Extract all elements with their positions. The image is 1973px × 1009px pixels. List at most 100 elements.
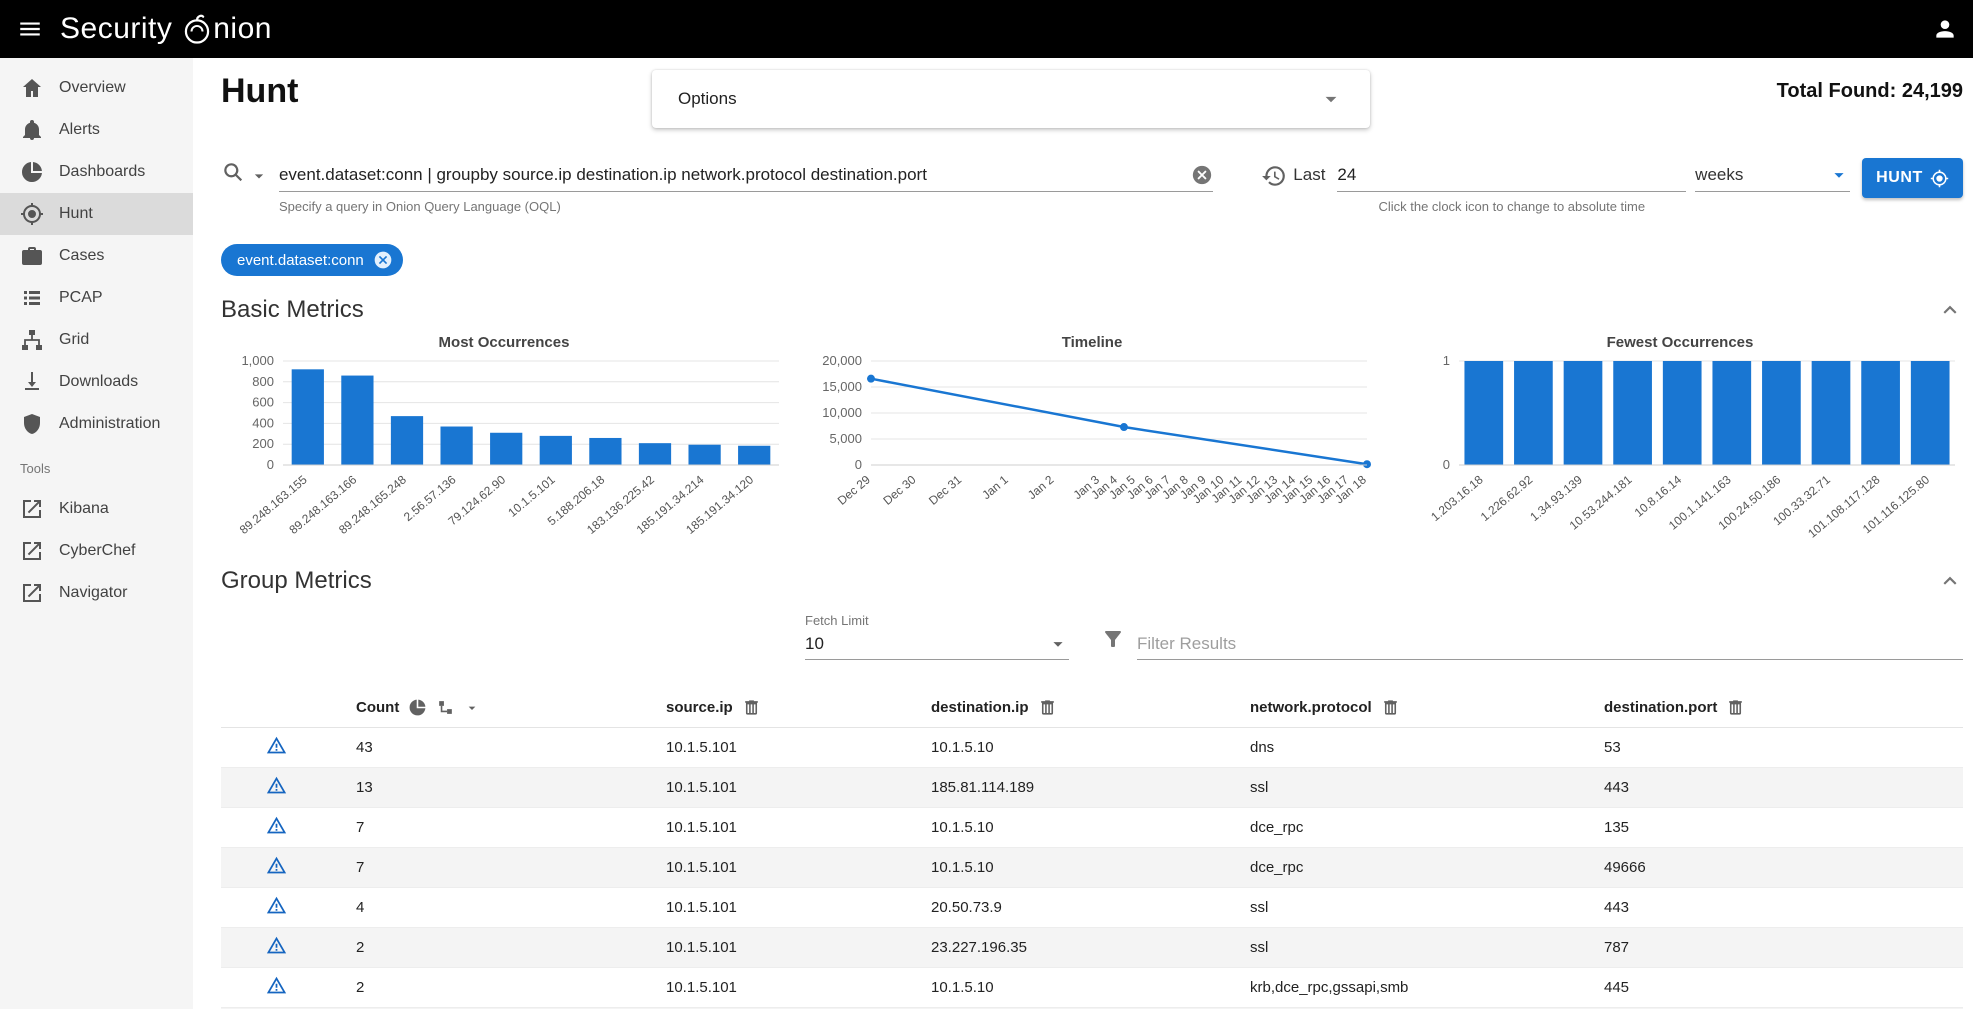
collapse-basic-metrics-button[interactable] (1937, 297, 1963, 323)
cell-source-ip[interactable]: 10.1.5.101 (641, 728, 906, 768)
cell-destination-ip[interactable]: 10.1.5.10 (906, 728, 1225, 768)
warning-icon[interactable] (266, 975, 287, 996)
collapse-group-metrics-button[interactable] (1937, 568, 1963, 594)
user-menu-button[interactable] (1917, 0, 1973, 58)
sidebar-item-administration[interactable]: Administration (0, 403, 193, 445)
warning-icon[interactable] (266, 935, 287, 956)
svg-text:0: 0 (1443, 457, 1450, 472)
cell-destination-port[interactable]: 445 (1579, 968, 1963, 1008)
cell-network-protocol[interactable]: ssl (1225, 768, 1579, 808)
cell-count[interactable]: 13 (331, 768, 641, 808)
pie-chart-toggle-button[interactable] (408, 698, 427, 717)
time-value-input[interactable] (1337, 165, 1686, 185)
cell-count[interactable]: 7 (331, 808, 641, 848)
cell-source-ip[interactable]: 10.1.5.101 (641, 928, 906, 968)
sidebar-item-pcap[interactable]: PCAP (0, 277, 193, 319)
svg-text:Jan 2: Jan 2 (1025, 472, 1057, 502)
cell-destination-port[interactable]: 53 (1579, 728, 1963, 768)
cell-destination-ip[interactable]: 185.81.114.189 (906, 768, 1225, 808)
clear-query-button[interactable] (1191, 164, 1213, 186)
column-label: destination.port (1604, 699, 1717, 716)
options-panel[interactable]: Options (652, 70, 1370, 128)
cell-destination-port[interactable]: 443 (1579, 768, 1963, 808)
cell-destination-ip[interactable]: 23.227.196.35 (906, 928, 1225, 968)
cell-destination-ip[interactable]: 10.1.5.10 (906, 968, 1225, 1008)
hunt-button[interactable]: HUNT (1862, 158, 1963, 198)
history-clock-icon (1261, 163, 1287, 189)
table-row[interactable]: 7 10.1.5.101 10.1.5.10 dce_rpc 49666 (221, 848, 1963, 888)
cell-source-ip[interactable]: 10.1.5.101 (641, 848, 906, 888)
relative-time-button[interactable] (1261, 163, 1287, 189)
remove-column-button[interactable] (1038, 698, 1057, 717)
cell-destination-port[interactable]: 443 (1579, 888, 1963, 928)
query-history-chevron-icon[interactable] (249, 160, 269, 191)
table-row[interactable]: 43 10.1.5.101 10.1.5.10 dns 53 (221, 728, 1963, 768)
sidebar-item-alerts[interactable]: Alerts (0, 109, 193, 151)
sidebar-item-cases[interactable]: Cases (0, 235, 193, 277)
groupby-options-button[interactable] (436, 698, 455, 717)
cell-source-ip[interactable]: 10.1.5.101 (641, 968, 906, 1008)
cell-network-protocol[interactable]: dce_rpc (1225, 808, 1579, 848)
sidebar-item-cyberchef[interactable]: CyberChef (0, 530, 193, 572)
sidebar-item-navigator[interactable]: Navigator (0, 572, 193, 614)
sidebar-nav: Overview Alerts Dashboards Hunt Cases PC… (0, 58, 193, 1009)
column-label: Count (356, 699, 399, 716)
cell-network-protocol[interactable]: dce_rpc (1225, 848, 1579, 888)
cell-source-ip[interactable]: 10.1.5.101 (641, 768, 906, 808)
sidebar-item-dashboards[interactable]: Dashboards (0, 151, 193, 193)
warning-icon[interactable] (266, 895, 287, 916)
sidebar-item-label: Hunt (59, 205, 93, 223)
groupby-caret-button[interactable] (464, 700, 480, 716)
table-row[interactable]: 7 10.1.5.101 10.1.5.10 dce_rpc 135 (221, 808, 1963, 848)
cell-destination-port[interactable]: 49666 (1579, 848, 1963, 888)
cell-destination-port[interactable]: 787 (1579, 928, 1963, 968)
warning-icon[interactable] (266, 735, 287, 756)
total-found-label: Total Found: (1777, 80, 1897, 102)
table-row[interactable]: 13 10.1.5.101 185.81.114.189 ssl 443 (221, 768, 1963, 808)
cell-count[interactable]: 43 (331, 728, 641, 768)
query-input[interactable] (279, 165, 1191, 185)
sidebar-item-overview[interactable]: Overview (0, 67, 193, 109)
cell-network-protocol[interactable]: krb,dce_rpc,gssapi,smb (1225, 968, 1579, 1008)
svg-text:Dec 29: Dec 29 (835, 472, 873, 507)
table-row[interactable]: 2 10.1.5.101 23.227.196.35 ssl 787 (221, 928, 1963, 968)
remove-column-button[interactable] (1381, 698, 1400, 717)
table-row[interactable]: 4 10.1.5.101 20.50.73.9 ssl 443 (221, 888, 1963, 928)
sidebar-item-downloads[interactable]: Downloads (0, 361, 193, 403)
header-source-ip: source.ip (641, 688, 906, 728)
cell-network-protocol[interactable]: dns (1225, 728, 1579, 768)
warning-icon[interactable] (266, 855, 287, 876)
cell-network-protocol[interactable]: ssl (1225, 928, 1579, 968)
cell-source-ip[interactable]: 10.1.5.101 (641, 888, 906, 928)
cell-source-ip[interactable]: 10.1.5.101 (641, 808, 906, 848)
table-row[interactable]: 2 10.1.5.101 10.1.5.10 krb,dce_rpc,gssap… (221, 968, 1963, 1008)
warning-icon[interactable] (266, 815, 287, 836)
sitemap-icon (20, 328, 44, 352)
sidebar-item-hunt[interactable]: Hunt (0, 193, 193, 235)
warning-icon[interactable] (266, 775, 287, 796)
cell-destination-ip[interactable]: 20.50.73.9 (906, 888, 1225, 928)
cell-destination-ip[interactable]: 10.1.5.10 (906, 808, 1225, 848)
bar-chart: 02004006008001,00089.248.163.15589.248.1… (221, 351, 787, 547)
remove-filter-button[interactable] (373, 250, 393, 270)
remove-column-button[interactable] (1726, 698, 1745, 717)
sidebar-item-label: Navigator (59, 584, 127, 602)
fetch-limit-select[interactable]: 10 (805, 628, 1069, 660)
options-label: Options (678, 89, 737, 109)
cell-count[interactable]: 2 (331, 928, 641, 968)
cell-destination-port[interactable]: 135 (1579, 808, 1963, 848)
cell-count[interactable]: 7 (331, 848, 641, 888)
sidebar-item-kibana[interactable]: Kibana (0, 488, 193, 530)
app-bar: Security nion (0, 0, 1973, 58)
cell-count[interactable]: 4 (331, 888, 641, 928)
cell-network-protocol[interactable]: ssl (1225, 888, 1579, 928)
remove-column-button[interactable] (742, 698, 761, 717)
time-unit-select[interactable]: weeks (1695, 158, 1850, 192)
svg-text:10,000: 10,000 (822, 405, 862, 420)
filter-chip[interactable]: event.dataset:conn (221, 244, 403, 276)
sidebar-item-grid[interactable]: Grid (0, 319, 193, 361)
filter-results-input[interactable] (1137, 628, 1963, 660)
cell-destination-ip[interactable]: 10.1.5.10 (906, 848, 1225, 888)
cell-count[interactable]: 2 (331, 968, 641, 1008)
hamburger-menu-button[interactable] (0, 0, 60, 58)
